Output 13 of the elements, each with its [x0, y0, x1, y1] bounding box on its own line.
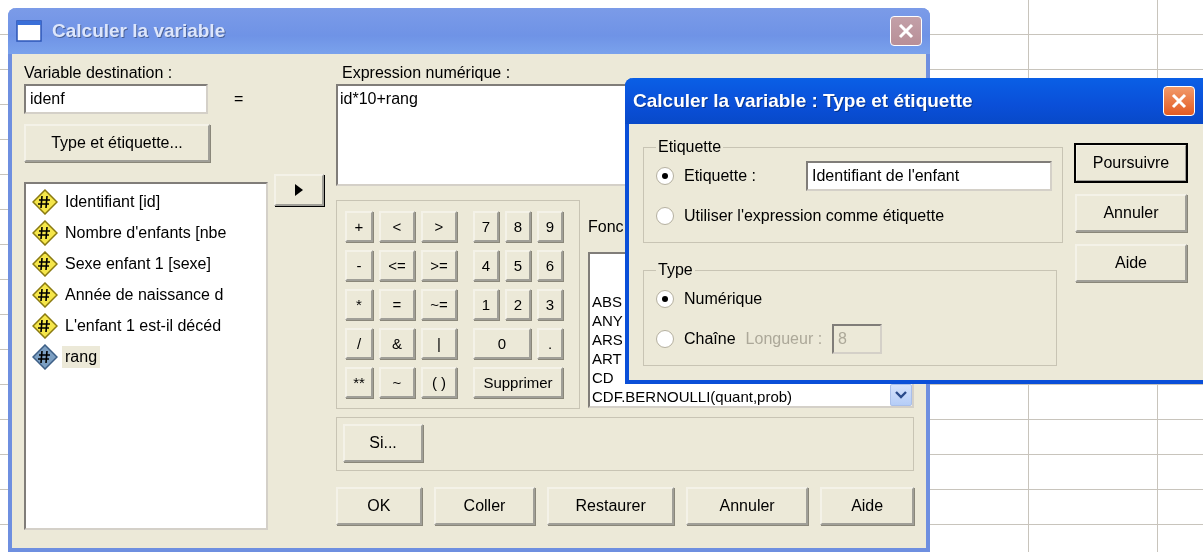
field-label: Expression numérique : — [341, 64, 512, 82]
length-label: Longueur : — [745, 330, 823, 348]
field-label: Variable destination : — [24, 64, 174, 82]
radio-label: Chaîne — [684, 330, 736, 348]
radio-label: Etiquette : — [684, 167, 758, 185]
group-title: Type — [657, 261, 694, 279]
radio-label: Numérique — [684, 290, 763, 308]
window-title: Calculer la variable : Type et étiquette — [633, 90, 974, 112]
functions-label: Fonc — [588, 218, 624, 236]
radio-label: Utiliser l'expression comme étiquette — [684, 207, 945, 225]
group-title: Etiquette — [657, 138, 723, 156]
equals-sign: = — [234, 90, 244, 108]
window-title: Calculer la variable — [52, 20, 227, 42]
